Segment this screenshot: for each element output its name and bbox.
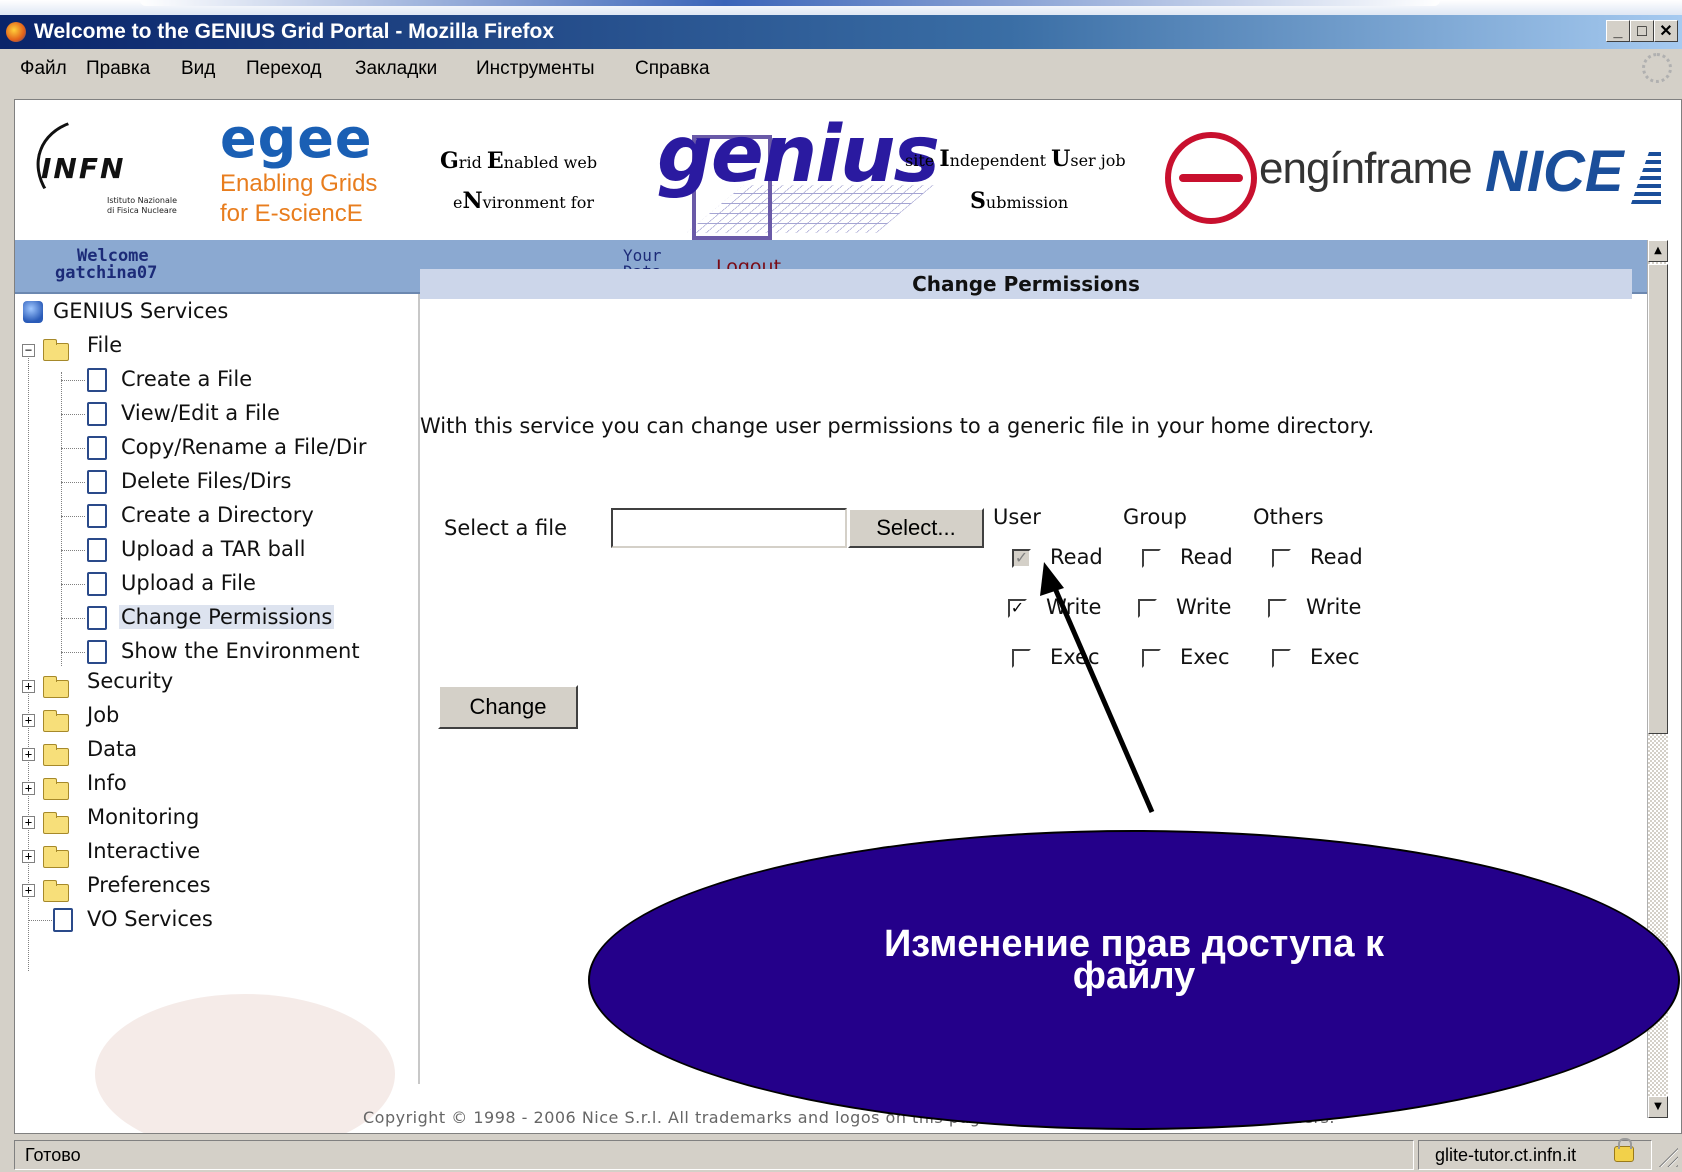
annotation-arrow	[1040, 562, 1155, 813]
annotation-arrow-shaft	[1051, 585, 1155, 813]
annotation-arrow-head	[1040, 562, 1064, 596]
